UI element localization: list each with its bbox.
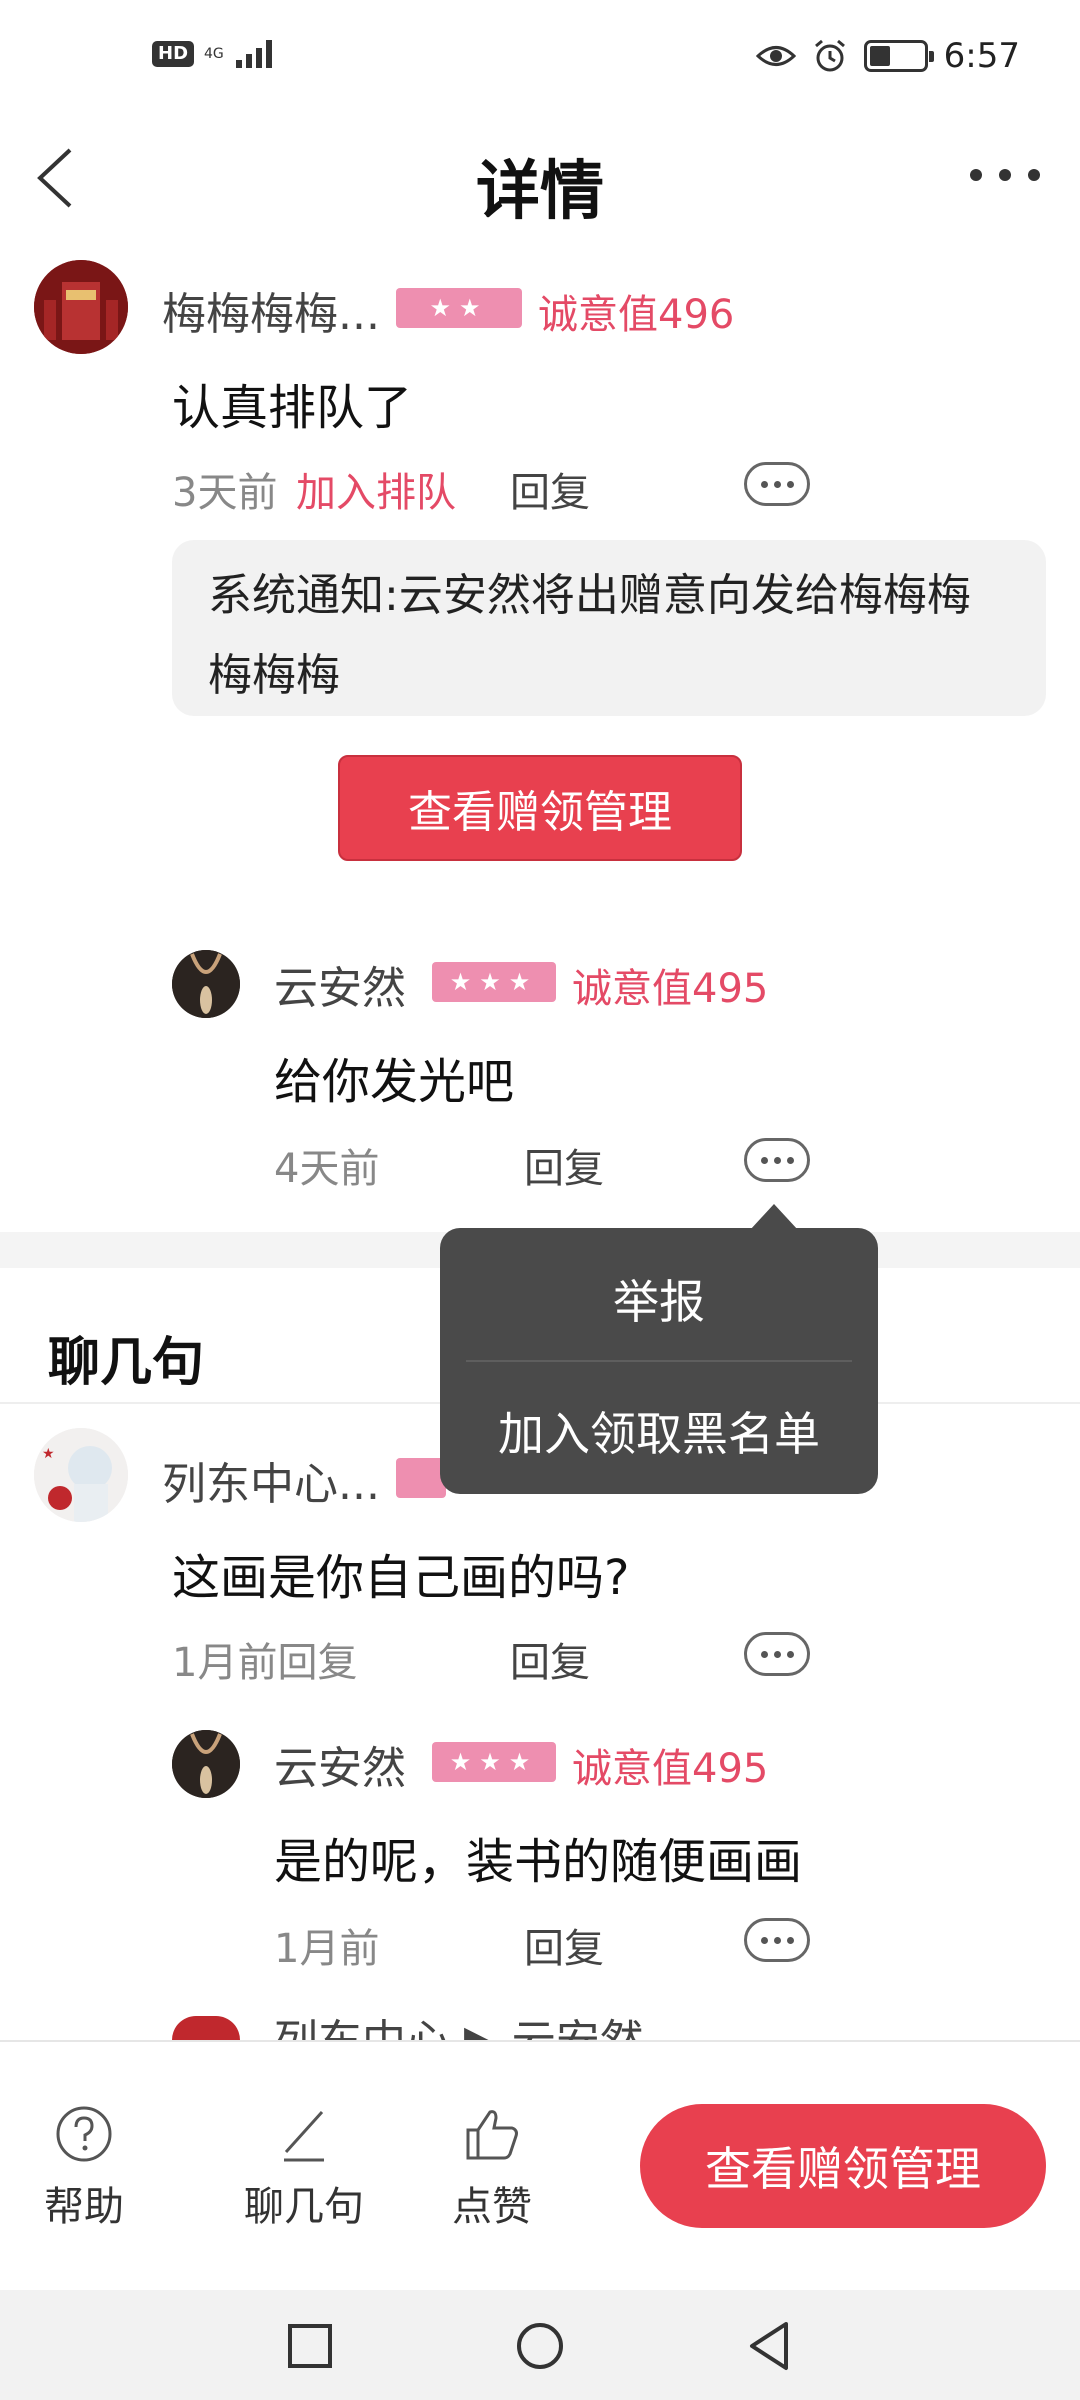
username[interactable]: 云安然: [274, 952, 406, 1016]
dot-icon: [786, 1156, 794, 1164]
dot-icon: [786, 480, 794, 488]
avatar-image: [172, 950, 240, 1018]
comment-time: 4天前: [274, 1146, 380, 1192]
dot-icon: [760, 1936, 768, 1944]
more-options-button[interactable]: [970, 160, 1040, 190]
dot-icon: [786, 1936, 794, 1944]
nav-bar: 详情: [0, 120, 1080, 240]
hd-badge: HD: [152, 41, 195, 67]
comment-more-button[interactable]: [744, 462, 810, 506]
star-badge: ★★★: [432, 1742, 556, 1782]
like-label: 点赞: [452, 2184, 532, 2230]
comment-more-button[interactable]: [744, 1918, 810, 1962]
avatar[interactable]: ★: [34, 1428, 128, 1522]
comment-text: 认真排队了: [172, 380, 413, 436]
comment-time: 3天前: [172, 470, 278, 516]
chat-tab[interactable]: 聊几句: [234, 2102, 374, 2232]
popup-divider: [466, 1360, 852, 1362]
reply-button[interactable]: 回复: [524, 1136, 604, 1194]
star-badge: ★★: [396, 288, 522, 328]
help-icon: [56, 2106, 112, 2162]
system-notice: 系统通知:云安然将出赠意向发给梅梅梅梅梅梅: [172, 540, 1046, 716]
username[interactable]: 云安然: [274, 1732, 406, 1796]
alarm-icon: [814, 39, 845, 72]
section-title: 聊几句: [48, 1333, 205, 1393]
view-manage-cta-button[interactable]: 查看赠领管理: [640, 2104, 1046, 2228]
partial-username: 列东中心 ▶ 云安然: [274, 2014, 644, 2040]
battery-icon: [863, 40, 934, 72]
avatar-image: [172, 1730, 240, 1798]
recent-apps-icon[interactable]: [280, 2316, 340, 2376]
svg-text:★: ★: [42, 1446, 55, 1462]
page-title: 详情: [476, 155, 604, 229]
help-tab[interactable]: 帮助: [14, 2102, 154, 2232]
avatar[interactable]: [172, 950, 240, 1018]
report-menu-item[interactable]: 举报: [440, 1266, 878, 1332]
avatar-image: ★: [34, 1428, 128, 1522]
status-left: HD 4G: [152, 38, 278, 70]
comment-time: 1月前: [274, 1926, 380, 1972]
dot-icon: [1028, 169, 1040, 181]
sincerity-value: 诚意值495: [572, 966, 769, 1012]
reply-button[interactable]: 回复: [524, 1916, 604, 1974]
signal-icon: [235, 40, 272, 68]
dot-icon: [773, 480, 781, 488]
status-time: 6:57: [943, 36, 1020, 76]
back-nav-icon[interactable]: [740, 2316, 800, 2376]
sincerity-value: 诚意值496: [538, 292, 735, 338]
star-badge: [396, 1458, 446, 1498]
comment-text: 给你发光吧: [274, 1054, 515, 1110]
dot-icon: [786, 1650, 794, 1658]
like-tab[interactable]: 点赞: [422, 2102, 562, 2232]
sincerity-value: 诚意值495: [572, 1746, 769, 1792]
join-queue-link[interactable]: 加入排队: [296, 460, 456, 518]
bottom-action-bar: 帮助 聊几句 点赞 查看赠领管理: [0, 2040, 1080, 2290]
status-right: 6:57: [755, 36, 1020, 76]
eye-icon: [755, 46, 796, 66]
comment-time: 1月前回复: [172, 1640, 358, 1686]
home-icon[interactable]: [510, 2316, 570, 2376]
avatar[interactable]: [34, 260, 128, 354]
status-bar: HD 4G 6:57: [0, 0, 1080, 120]
system-nav-bar: [0, 2290, 1080, 2400]
dot-icon: [773, 1650, 781, 1658]
dot-icon: [760, 480, 768, 488]
pencil-icon: [284, 2110, 324, 2162]
network-type: 4G: [204, 46, 224, 62]
reply-button[interactable]: 回复: [510, 1630, 590, 1688]
help-label: 帮助: [44, 2184, 124, 2230]
username[interactable]: 梅梅梅梅...: [162, 278, 380, 342]
dot-icon: [773, 1156, 781, 1164]
dot-icon: [773, 1936, 781, 1944]
view-manage-button[interactable]: 查看赠领管理: [338, 755, 742, 861]
dot-icon: [999, 169, 1011, 181]
comment-text: 是的呢，装书的随便画画: [274, 1834, 803, 1890]
reply-button[interactable]: 回复: [510, 460, 590, 518]
username[interactable]: 列东中心...: [162, 1448, 380, 1512]
avatar-image: [34, 260, 128, 354]
comment-more-button[interactable]: [744, 1138, 810, 1182]
dot-icon: [970, 169, 982, 181]
star-badge: ★★★: [432, 962, 556, 1002]
avatar[interactable]: [172, 1730, 240, 1798]
popup-menu: 举报 加入领取黑名单: [440, 1204, 878, 1494]
blacklist-menu-item[interactable]: 加入领取黑名单: [440, 1398, 878, 1464]
comment-text: 这画是你自己画的吗?: [172, 1550, 630, 1606]
comment-more-button[interactable]: [744, 1632, 810, 1676]
avatar[interactable]: [172, 2016, 240, 2040]
dot-icon: [760, 1156, 768, 1164]
thumbs-up-icon: [466, 2110, 518, 2160]
chat-label: 聊几句: [244, 2184, 364, 2230]
dot-icon: [760, 1650, 768, 1658]
